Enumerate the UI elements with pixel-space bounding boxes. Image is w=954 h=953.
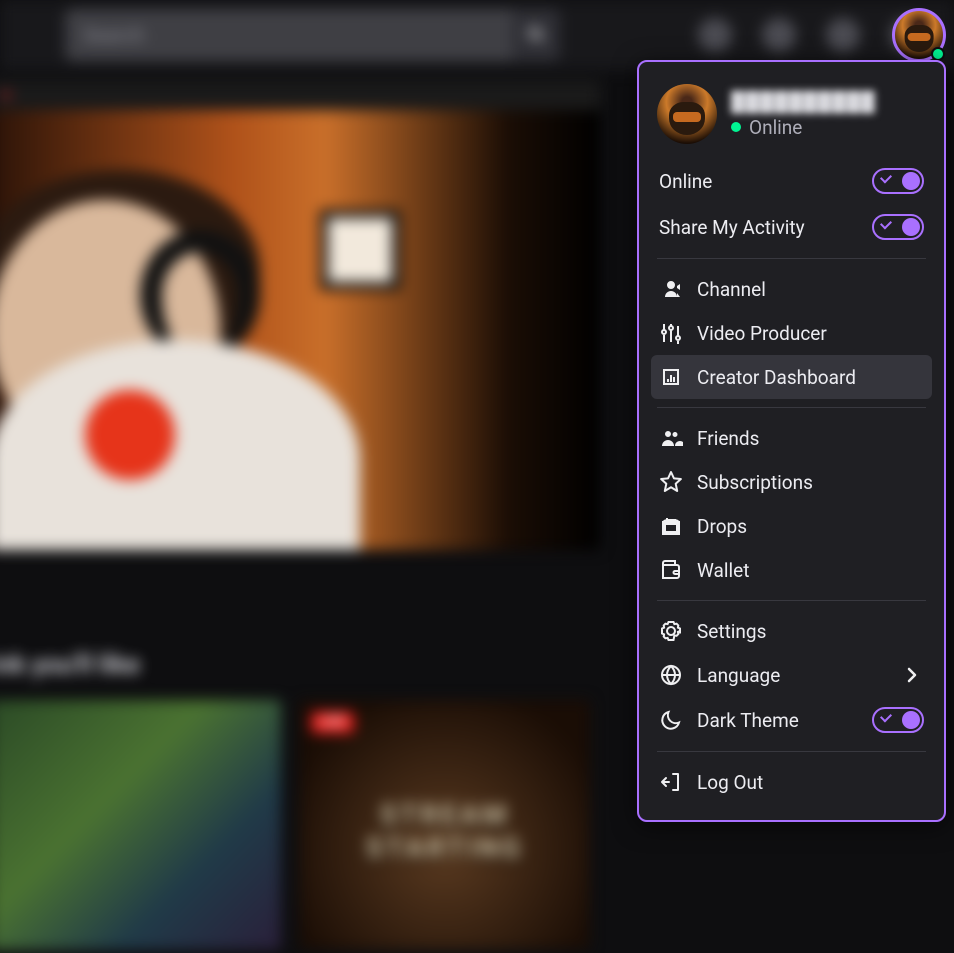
- menu-video-producer[interactable]: Video Producer: [651, 311, 932, 355]
- search-icon: [524, 23, 548, 47]
- menu-creator-dashboard[interactable]: Creator Dashboard: [651, 355, 932, 399]
- menu-channel[interactable]: Channel: [651, 267, 932, 311]
- menu-dark-theme[interactable]: Dark Theme: [651, 697, 932, 743]
- toggle-switch[interactable]: [872, 707, 924, 733]
- divider: [657, 407, 926, 408]
- menu-subscriptions[interactable]: Subscriptions: [651, 460, 932, 504]
- stream-preview: [0, 80, 600, 550]
- drops-icon: [659, 514, 683, 538]
- section-heading: ink you'll like: [0, 650, 590, 680]
- toggle-share-activity[interactable]: Share My Activity: [651, 204, 932, 250]
- menu-language-label: Language: [697, 664, 780, 687]
- wallet-icon: [659, 558, 683, 582]
- divider: [657, 600, 926, 601]
- search-placeholder: Search: [83, 23, 144, 47]
- menu-friends[interactable]: Friends: [651, 416, 932, 460]
- menu-header: ██████████ Online: [651, 78, 932, 158]
- star-icon: [659, 470, 683, 494]
- friends-icon: [659, 426, 683, 450]
- status-row: Online: [731, 116, 876, 139]
- divider: [657, 258, 926, 259]
- logout-icon: [659, 770, 683, 794]
- sliders-icon: [659, 321, 683, 345]
- menu-wallet-label: Wallet: [697, 559, 749, 582]
- toggle-online-label: Online: [659, 170, 858, 193]
- toggle-switch[interactable]: [872, 214, 924, 240]
- dashboard-icon: [659, 365, 683, 389]
- thumb-1: [0, 700, 281, 950]
- divider: [657, 751, 926, 752]
- chevron-right-icon: [900, 663, 924, 687]
- menu-channel-label: Channel: [697, 278, 766, 301]
- toggle-switch[interactable]: [872, 168, 924, 194]
- menu-drops[interactable]: Drops: [651, 504, 932, 548]
- gear-icon: [659, 619, 683, 643]
- menu-wallet[interactable]: Wallet: [651, 548, 932, 592]
- live-badge: LIVE: [311, 712, 354, 733]
- menu-creator-dashboard-label: Creator Dashboard: [697, 366, 856, 389]
- status-text: Online: [749, 116, 802, 139]
- menu-friends-label: Friends: [697, 427, 759, 450]
- menu-drops-label: Drops: [697, 515, 747, 538]
- menu-settings-label: Settings: [697, 620, 766, 643]
- toggle-online[interactable]: Online: [651, 158, 932, 204]
- menu-logout-label: Log Out: [697, 771, 763, 794]
- menu-subscriptions-label: Subscriptions: [697, 471, 813, 494]
- menu-logout[interactable]: Log Out: [651, 760, 932, 804]
- menu-avatar: [657, 84, 717, 144]
- channel-icon: [659, 277, 683, 301]
- menu-language[interactable]: Language: [651, 653, 932, 697]
- online-indicator: [931, 47, 945, 61]
- user-menu: ██████████ Online Online Share My Activi…: [637, 60, 946, 822]
- thumb-2: LIVE STREAM STARTING: [299, 700, 590, 950]
- globe-icon: [659, 663, 683, 687]
- username: ██████████: [731, 90, 876, 114]
- menu-settings[interactable]: Settings: [651, 609, 932, 653]
- moon-icon: [659, 708, 683, 732]
- user-avatar-button[interactable]: [892, 8, 946, 62]
- menu-dark-theme-label: Dark Theme: [697, 709, 858, 732]
- toggle-share-activity-label: Share My Activity: [659, 216, 858, 239]
- status-dot-icon: [731, 122, 741, 132]
- menu-video-producer-label: Video Producer: [697, 322, 827, 345]
- thumb-title: STREAM STARTING: [299, 799, 590, 865]
